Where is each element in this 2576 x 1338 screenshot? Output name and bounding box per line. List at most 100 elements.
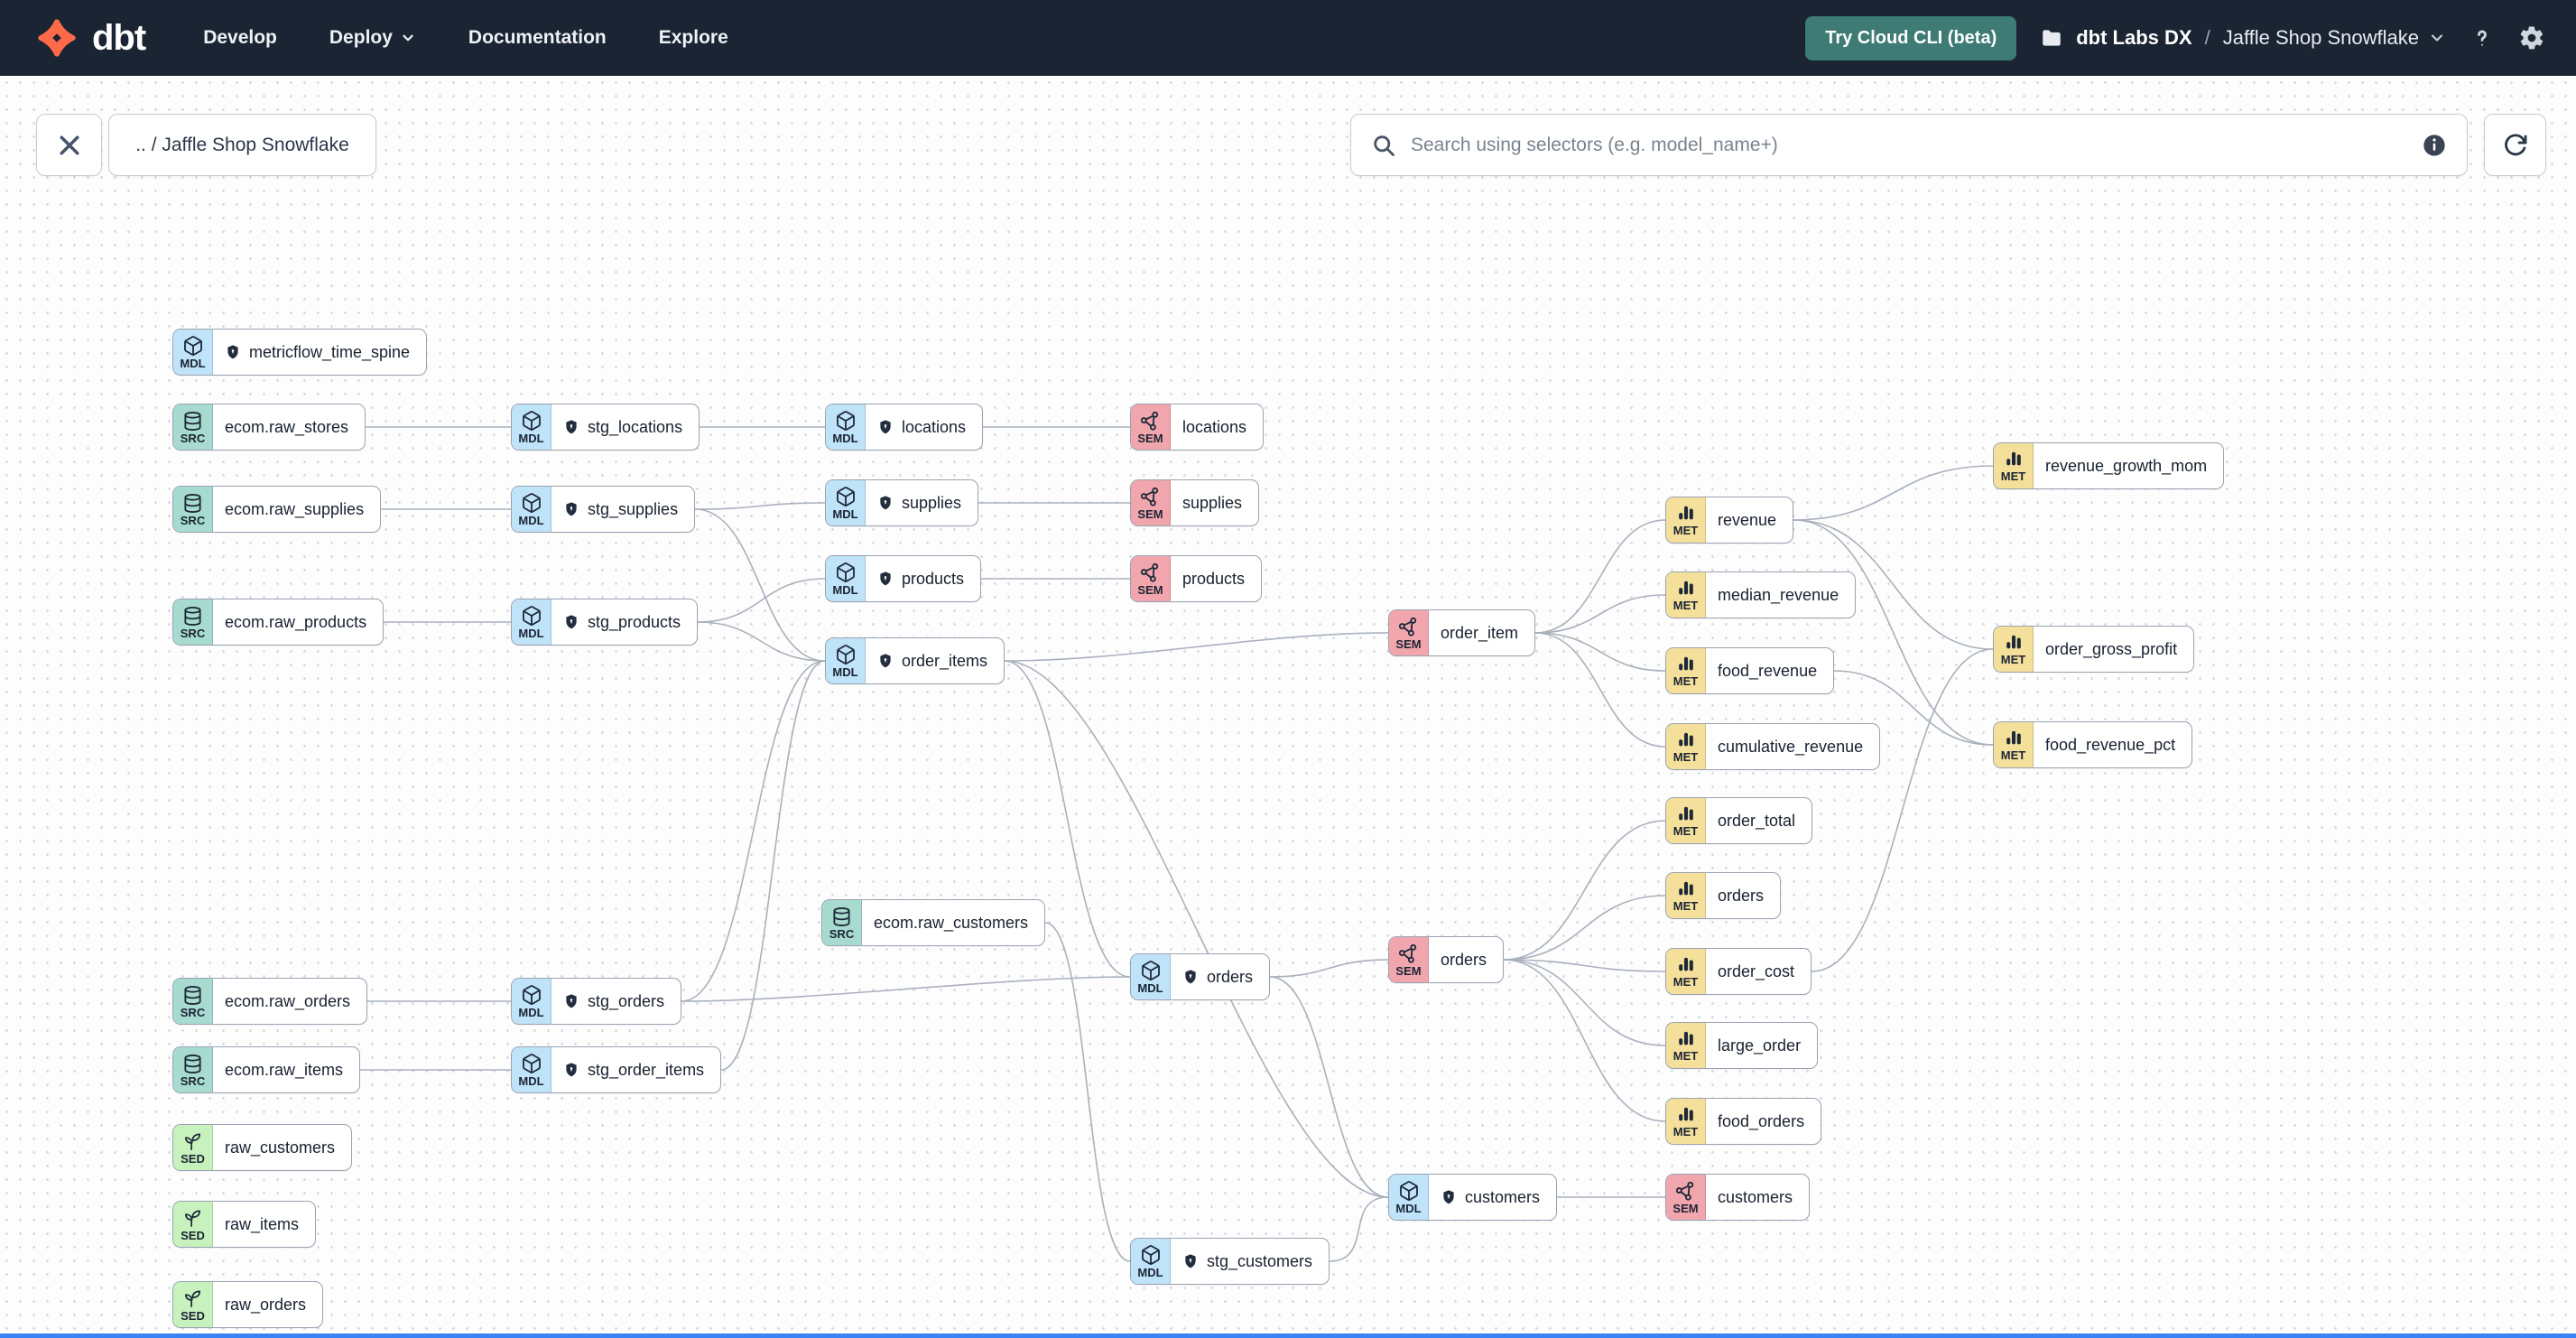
account-name[interactable]: dbt Labs DX [2076,26,2191,50]
node-label: stg_supplies [588,499,679,518]
graph-node-met_order_gross_profit[interactable]: MET order_gross_profit [1993,626,2195,673]
graph-node-met_food_revenue_pct[interactable]: MET food_revenue_pct [1993,721,2193,768]
node-label: ecom.raw_products [225,612,367,631]
graph-node-sem_locations[interactable]: SEM locations [1130,404,1265,451]
graph-node-mdl_customers[interactable]: MDL customers [1388,1174,1558,1221]
graph-node-met_orders[interactable]: MET orders [1665,872,1782,919]
graph-node-metricflow_time_spine[interactable]: MDL metricflow_time_spine [172,329,428,376]
dbt-logo[interactable]: dbt [31,14,146,62]
node-label: stg_locations [588,417,683,436]
chart-icon [1676,655,1696,674]
node-type-badge-src: SRC [822,900,862,945]
graph-node-met_revenue_growth_mom[interactable]: MET revenue_growth_mom [1993,442,2225,489]
node-type-badge-sed: SED [173,1125,213,1170]
graph-node-src_raw_stores[interactable]: SRC ecom.raw_stores [172,404,366,451]
node-type-badge-src: SRC [173,979,213,1024]
graph-node-src_raw_supplies[interactable]: SRC ecom.raw_supplies [172,486,382,533]
cube-icon [835,410,857,432]
graph-node-sem_orders[interactable]: SEM orders [1388,936,1505,983]
graph-node-mdl_locations[interactable]: MDL locations [825,404,984,451]
graph-node-stg_orders[interactable]: MDL stg_orders [511,978,682,1025]
info-icon[interactable] [2422,133,2447,158]
edge-sem_order_item-to-met_cumulative_revenue [1534,632,1666,748]
node-label: locations [902,417,967,436]
sprout-icon [182,1208,203,1229]
lineage-breadcrumb[interactable]: .. / Jaffle Shop Snowflake [108,114,376,176]
graph-node-sem_order_item[interactable]: SEM order_item [1388,609,1536,656]
graph-node-met_order_cost[interactable]: MET order_cost [1665,948,1812,995]
cube-icon [521,605,542,627]
graph-node-stg_order_items[interactable]: MDL stg_order_items [511,1046,722,1093]
try-cloud-cli-button[interactable]: Try Cloud CLI (beta) [1805,15,2017,60]
graph-node-mdl_products[interactable]: MDL products [825,555,982,602]
graph-node-src_raw_customers[interactable]: SRC ecom.raw_customers [821,899,1046,946]
edge-sem_orders-to-met_order_cost [1503,959,1666,972]
graph-node-src_raw_products[interactable]: SRC ecom.raw_products [172,599,385,646]
edge-met_revenue-to-met_food_revenue_pct [1793,519,1994,746]
breadcrumb-separator: / [2204,26,2210,49]
help-icon[interactable] [2469,25,2495,51]
node-label: customers [1465,1187,1541,1206]
node-label: food_orders [1718,1111,1805,1130]
node-type-label: MDL [832,507,858,521]
shield-icon [877,653,894,669]
node-type-label: SRC [180,626,206,640]
graph-node-met_food_revenue[interactable]: MET food_revenue [1665,647,1835,694]
chart-icon [2004,729,2024,748]
nav-item-develop[interactable]: Develop [203,27,277,49]
graph-node-stg_products[interactable]: MDL stg_products [511,599,699,646]
shield-icon [225,344,241,360]
graph-node-sem_products[interactable]: SEM products [1130,555,1263,602]
graph-node-stg_supplies[interactable]: MDL stg_supplies [511,486,696,533]
node-type-label: SEM [1395,636,1422,651]
cube-icon [1140,1244,1162,1266]
node-label: orders [1718,886,1765,905]
graph-node-met_revenue[interactable]: MET revenue [1665,497,1794,544]
graph-node-met_order_total[interactable]: MET order_total [1665,797,1813,844]
node-type-label: MET [2000,653,2026,666]
node-body: food_revenue_pct [2034,722,2191,767]
graph-node-mdl_order_items[interactable]: MDL order_items [825,637,1005,684]
graph-node-sed_raw_items[interactable]: SED raw_items [172,1201,317,1248]
node-type-label: MET [1673,899,1699,913]
graph-node-met_food_orders[interactable]: MET food_orders [1665,1098,1822,1145]
node-type-label: MDL [832,583,858,597]
node-body: stg_supplies [551,487,694,532]
selector-search [1350,114,2468,176]
graph-node-mdl_supplies[interactable]: MDL supplies [825,479,979,526]
lineage-canvas[interactable]: .. / Jaffle Shop Snowflake MDL metricflow… [0,76,2576,1338]
graph-node-met_large_order[interactable]: MET large_order [1665,1022,1819,1069]
graph-node-met_cumulative_revenue[interactable]: MET cumulative_revenue [1665,723,1881,770]
close-lineage-button[interactable] [36,114,102,176]
node-label: ecom.raw_supplies [225,499,365,518]
node-body: customers [1706,1175,1809,1220]
node-label: ecom.raw_stores [225,417,349,436]
selector-search-input[interactable] [1411,134,2407,156]
nav-item-documentation[interactable]: Documentation [468,27,607,49]
graph-node-src_raw_items[interactable]: SRC ecom.raw_items [172,1046,361,1093]
refresh-lineage-button[interactable] [2484,114,2546,176]
graph-node-sem_customers[interactable]: SEM customers [1665,1174,1811,1221]
graph-node-sem_supplies[interactable]: SEM supplies [1130,479,1260,526]
gear-icon[interactable] [2518,24,2545,51]
shield-icon [877,571,894,587]
graph-node-stg_customers[interactable]: MDL stg_customers [1130,1238,1330,1285]
project-selector[interactable]: Jaffle Shop Snowflake [2223,26,2446,50]
node-type-badge-mdl: MDL [173,330,213,375]
graph-node-sed_raw_orders[interactable]: SED raw_orders [172,1281,324,1328]
graph-node-mdl_orders[interactable]: MDL orders [1130,953,1271,1000]
graph-node-sed_raw_customers[interactable]: SED raw_customers [172,1124,353,1171]
node-label: order_gross_profit [2045,639,2178,658]
node-body: orders [1429,937,1503,982]
node-type-badge-met: MET [1666,572,1706,618]
cube-icon [1398,1180,1420,1202]
graph-node-stg_locations[interactable]: MDL stg_locations [511,404,700,451]
nav-item-deploy[interactable]: Deploy [329,27,416,49]
cube-icon [835,562,857,583]
nav-item-explore[interactable]: Explore [659,27,728,49]
node-type-label: SEM [1395,963,1422,978]
graph-node-src_raw_orders[interactable]: SRC ecom.raw_orders [172,978,368,1025]
cube-icon [521,984,542,1006]
graph-node-met_median_revenue[interactable]: MET median_revenue [1665,571,1857,618]
node-body: products [866,556,980,601]
